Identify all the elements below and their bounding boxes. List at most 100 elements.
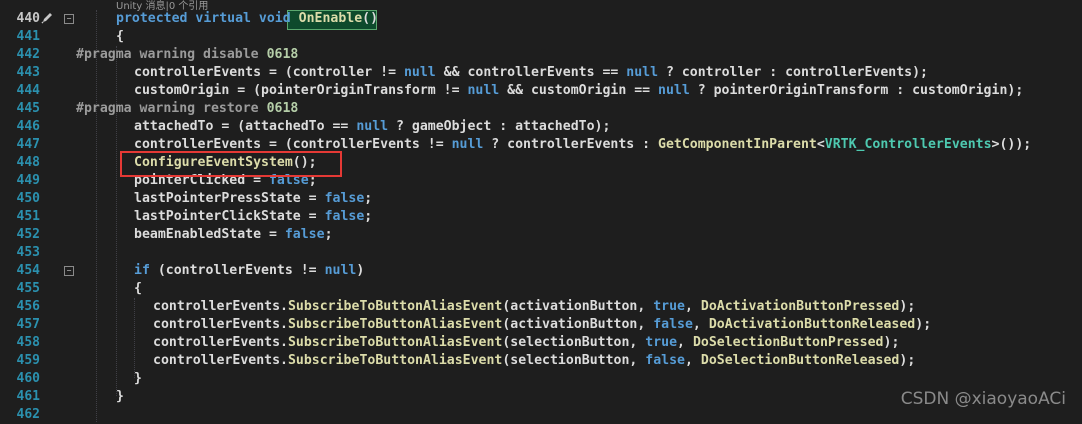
code-token: controllerEvents. [153,317,288,332]
code-text: } [116,388,124,406]
code-line[interactable]: 440 − protected virtual void OnEnable() [0,10,1082,28]
code-token: } [134,371,142,386]
code-token: ; [364,191,373,206]
code-token: 0618 [266,47,299,62]
codelens-annotation[interactable]: Unity 消息|0 个引用 [116,0,208,12]
code-text: { [116,28,124,46]
code-token: >()); [991,137,1032,152]
code-token: (activationButton, [502,317,654,332]
code-line[interactable]: 453 [0,244,1082,262]
line-number: 454 [16,263,40,278]
code-editor[interactable]: Unity 消息|0 个引用 440 − protected virtual voi… [0,0,1082,422]
code-token: null [658,83,690,98]
line-number: 445 [16,101,40,116]
code-token: null [451,137,484,152]
line-number: 440 [16,11,40,26]
code-token: ; [364,209,373,224]
code-token: controllerEvents = (controllerEvents != [134,137,452,152]
code-text: lastPointerClickState = false; [134,208,372,226]
code-token: ); [899,353,916,368]
code-token: () [362,11,379,26]
code-token: && controllerEvents == [435,65,627,80]
code-text: customOrigin = (pointerOriginTransform !… [134,82,1023,100]
code-line[interactable]: 444 customOrigin = (pointerOriginTransfor… [0,82,1082,100]
line-number: 453 [16,245,40,260]
line-number: 458 [16,335,40,350]
line-number: 451 [16,209,40,224]
code-text: attachedTo = (attachedTo == null ? gameO… [134,118,610,136]
code-token: ? controllerEvents : [483,137,659,152]
code-text: controllerEvents.SubscribeToButtonAliasE… [153,334,899,352]
code-line[interactable]: 460} [0,370,1082,388]
collapse-minus-icon[interactable]: − [64,14,74,24]
code-token: { [116,29,124,44]
code-token: (selectionButton, [502,335,646,350]
code-token: false [645,353,685,368]
code-token: DoSelectionButtonPressed [692,335,884,350]
code-token: ? controller : controllerEvents); [658,65,928,80]
code-token: ); [899,299,916,314]
code-text: { [134,280,142,298]
line-number: 447 [16,137,40,152]
code-token: controllerEvents. [153,335,288,350]
code-text: beamEnabledState = false; [134,226,333,244]
code-token: SubscribeToButtonAliasEvent [287,353,503,368]
code-token: DoActivationButtonReleased [708,317,916,332]
code-token: , [684,299,701,314]
code-token: < [816,137,825,152]
code-line[interactable]: 446 attachedTo = (attachedTo == null ? ga… [0,118,1082,136]
code-token: (activationButton, [502,299,654,314]
code-token: 0618 [266,101,299,116]
code-line[interactable]: 457 controllerEvents.SubscribeToButtonAli… [0,316,1082,334]
code-text: controllerEvents.SubscribeToButtonAliasE… [153,316,931,334]
code-token: ); [883,335,900,350]
code-line[interactable]: 452 beamEnabledState = false; [0,226,1082,244]
line-number: 452 [16,227,40,242]
code-token: lastPointerPressState = [134,191,325,206]
code-token: attachedTo = (attachedTo == [134,119,357,134]
line-number: 450 [16,191,40,206]
code-token: ); [915,317,932,332]
code-line[interactable]: 443 controllerEvents = (controller != nul… [0,64,1082,82]
code-token: null [403,65,436,80]
code-line[interactable]: 441 { [0,28,1082,46]
code-line[interactable]: 454 − if (controllerEvents != null) [0,262,1082,280]
line-number: 444 [16,83,40,98]
code-token: #pragma warning disable [76,47,267,62]
code-line[interactable]: 458 controllerEvents.SubscribeToButtonAli… [0,334,1082,352]
line-number: 446 [16,119,40,134]
line-number: 462 [16,407,40,422]
code-token: VRTK_ControllerEvents [824,137,992,152]
line-number: 460 [16,371,40,386]
code-line[interactable]: 451 lastPointerClickState = false; [0,208,1082,226]
code-line[interactable]: 455 { [0,280,1082,298]
line-number: 449 [16,173,40,188]
code-token: ) [356,263,365,278]
code-line[interactable]: 459 controllerEvents.SubscribeToButtonAli… [0,352,1082,370]
code-token: ? gameObject : attachedTo); [388,119,611,134]
watermark: CSDN @xiaoyaoACi [900,389,1066,409]
code-line[interactable]: 450 lastPointerPressState = false; [0,190,1082,208]
code-token: controllerEvents. [153,353,288,368]
code-token: false [324,191,365,206]
code-token: } [116,389,124,404]
code-line[interactable]: 456 controllerEvents.SubscribeToButtonAli… [0,298,1082,316]
code-text: controllerEvents.SubscribeToButtonAliasE… [153,298,915,316]
code-text: if (controllerEvents != null) [134,262,364,280]
code-token: , [692,317,709,332]
collapse-minus-icon[interactable]: − [64,266,74,276]
line-number: 456 [16,299,40,314]
code-token: null [324,263,357,278]
code-token: ? pointerOriginTransform : customOrigin)… [689,83,1024,98]
code-text: controllerEvents.SubscribeToButtonAliasE… [153,352,915,370]
code-text: #pragma warning disable 0618 [76,46,298,64]
code-text: #pragma warning restore 0618 [76,100,298,118]
code-text: lastPointerPressState = false; [134,190,372,208]
code-text: protected virtual void OnEnable() [116,10,378,28]
code-token: SubscribeToButtonAliasEvent [287,335,503,350]
code-line[interactable]: 445 #pragma warning restore 0618 [0,100,1082,118]
line-number: 461 [16,389,40,404]
code-line[interactable]: 442 #pragma warning disable 0618 [0,46,1082,64]
line-number: 448 [16,155,40,170]
code-token: null [467,83,500,98]
